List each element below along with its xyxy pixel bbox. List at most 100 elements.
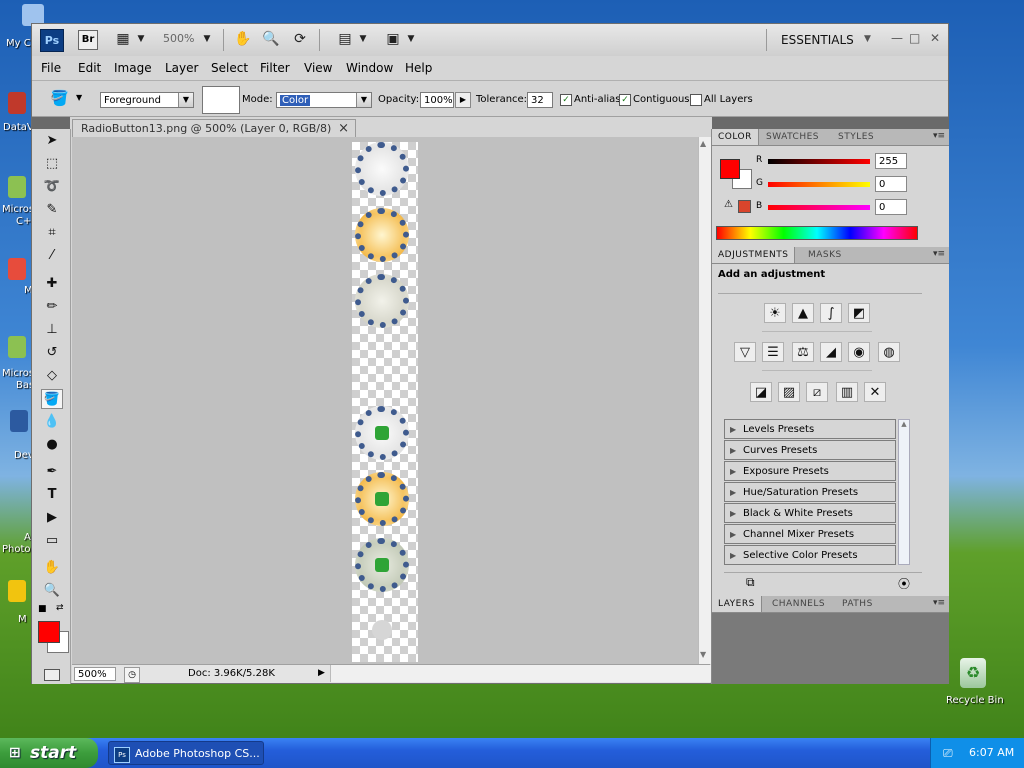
green-value-input[interactable]: 0 [875,176,907,192]
eyedropper-tool-icon[interactable]: ⁄ [41,246,63,266]
chevron-down-icon[interactable]: ▼ [198,30,216,48]
list-item[interactable]: ▶ Black & White Presets [724,503,896,523]
zoom-field[interactable]: 500% [74,667,116,681]
gamut-color-swatch[interactable] [738,200,751,213]
hue-saturation-icon[interactable]: ☰ [762,342,784,362]
selective-color-icon[interactable]: ✕ [864,382,886,402]
quick-selection-tool-icon[interactable]: ✎ [41,200,63,220]
tab-styles[interactable]: STYLES [832,129,880,145]
red-slider-track[interactable] [768,159,870,164]
presets-scrollbar[interactable]: ▲ [898,419,910,565]
chevron-down-icon[interactable]: ▼ [132,30,150,48]
tab-layers[interactable]: LAYERS [712,596,762,612]
chevron-down-icon[interactable]: ▼ [354,30,372,48]
menu-filter[interactable]: Filter [260,61,290,75]
screen-mode-icon[interactable]: ▣ [384,30,402,48]
warning-icon[interactable]: ⚠ [724,199,733,210]
opacity-slider-arrow[interactable]: ▶ [455,92,471,108]
shape-tool-icon[interactable]: ▭ [41,531,63,551]
status-info-icon[interactable]: ◷ [124,667,140,683]
menu-help[interactable]: Help [405,61,432,75]
maximize-icon[interactable]: □ [909,31,920,45]
hand-tool-icon[interactable]: ✋ [41,558,63,578]
pen-tool-icon[interactable]: ✒ [41,462,63,482]
scroll-down-arrow[interactable]: ▼ [700,650,706,659]
paint-bucket-tool-icon[interactable]: 🪣 [41,389,63,409]
view-extras-icon[interactable]: ▦ [114,30,132,48]
dodge-tool-icon[interactable]: ● [41,435,63,455]
menu-window[interactable]: Window [346,61,393,75]
document-tab[interactable]: RadioButton13.png @ 500% (Layer 0, RGB/8… [72,119,356,137]
levels-icon[interactable]: ▲ [792,303,814,323]
folder-icon[interactable] [8,580,26,602]
rotate-view-icon[interactable]: ⟳ [291,30,309,48]
panel-menu-icon[interactable]: ▾≡ [933,131,945,141]
brightness-contrast-icon[interactable]: ☀ [764,303,786,323]
clip-to-layer-icon[interactable]: ⦿ [898,575,910,592]
anti-alias-checkbox[interactable]: ✓ [560,94,572,106]
tab-masks[interactable]: MASKS [802,247,848,263]
panel-menu-icon[interactable]: ▾≡ [933,598,945,608]
return-to-list-icon[interactable]: ⧉ [746,575,755,590]
tools-panel-header[interactable] [32,117,70,129]
close-document-icon[interactable]: × [338,120,349,138]
default-colors-icon[interactable]: ■ [38,604,47,614]
canvas-area[interactable] [72,137,698,664]
list-item[interactable]: ▶ Levels Presets [724,419,896,439]
datav-app-icon[interactable] [8,92,26,114]
green-slider-track[interactable] [768,182,870,187]
quick-mask-icon[interactable] [44,669,60,681]
invert-icon[interactable]: ◪ [750,382,772,402]
menu-edit[interactable]: Edit [78,61,101,75]
zoom-level-dropdown[interactable]: 500% [163,32,194,45]
menu-select[interactable]: Select [211,61,248,75]
paint-bucket-icon[interactable]: 🪣 [50,89,69,107]
network-icon[interactable]: ⎚ [943,738,953,768]
tab-channels[interactable]: CHANNELS [766,596,831,612]
tab-swatches[interactable]: SWATCHES [760,129,825,145]
color-spectrum-bar[interactable] [716,226,918,240]
clone-stamp-tool-icon[interactable]: ⊥ [41,320,63,340]
tab-color[interactable]: COLOR [712,129,759,145]
list-item[interactable]: ▶ Hue/Saturation Presets [724,482,896,502]
menu-file[interactable]: File [41,61,61,75]
zoom-tool-icon[interactable]: 🔍 [41,581,63,601]
channel-mixer-icon[interactable]: ◍ [878,342,900,362]
chevron-down-icon[interactable]: ▼ [402,30,420,48]
foreground-color-swatch[interactable] [38,621,60,643]
scroll-up-arrow[interactable]: ▲ [700,139,706,148]
menu-image[interactable]: Image [114,61,152,75]
threshold-icon[interactable]: ⧄ [806,382,828,402]
move-tool-icon[interactable]: ➤ [41,131,63,151]
close-icon[interactable]: ✕ [930,31,940,45]
arrange-documents-icon[interactable]: ▤ [336,30,354,48]
document-image[interactable] [352,142,418,662]
path-selection-tool-icon[interactable]: ▶ [41,508,63,528]
blur-tool-icon[interactable]: 💧 [41,412,63,432]
menu-layer[interactable]: Layer [165,61,198,75]
list-item[interactable]: ▶ Channel Mixer Presets [724,524,896,544]
horizontal-scrollbar[interactable] [330,665,711,682]
blue-slider-track[interactable] [768,205,870,210]
minimize-icon[interactable]: — [891,31,903,45]
brush-tool-icon[interactable]: ✏ [41,297,63,317]
recycle-bin-icon[interactable]: ♻ [960,658,986,688]
dev-app-icon[interactable] [10,410,28,432]
posterize-icon[interactable]: ▨ [778,382,800,402]
chevron-down-icon[interactable]: ▼ [864,34,871,44]
microsoft-basic-icon[interactable] [8,336,26,358]
chevron-down-icon[interactable]: ▼ [76,93,82,102]
taskbar-item-photoshop[interactable]: Ps Adobe Photoshop CS... [108,741,264,765]
curves-icon[interactable]: ∫ [820,303,842,323]
black-white-icon[interactable]: ◢ [820,342,842,362]
menu-view[interactable]: View [304,61,332,75]
gradient-map-icon[interactable]: ▥ [836,382,858,402]
color-panel-foreground-swatch[interactable] [720,159,740,179]
bridge-button[interactable]: Br [78,30,98,50]
vertical-scrollbar[interactable]: ▲ ▼ [698,137,711,664]
type-tool-icon[interactable]: T [41,485,63,505]
tab-paths[interactable]: PATHS [836,596,879,612]
start-button[interactable]: ⊞ start [0,738,98,768]
desktop-app-icon[interactable] [8,258,26,280]
vibrance-icon[interactable]: ▽ [734,342,756,362]
